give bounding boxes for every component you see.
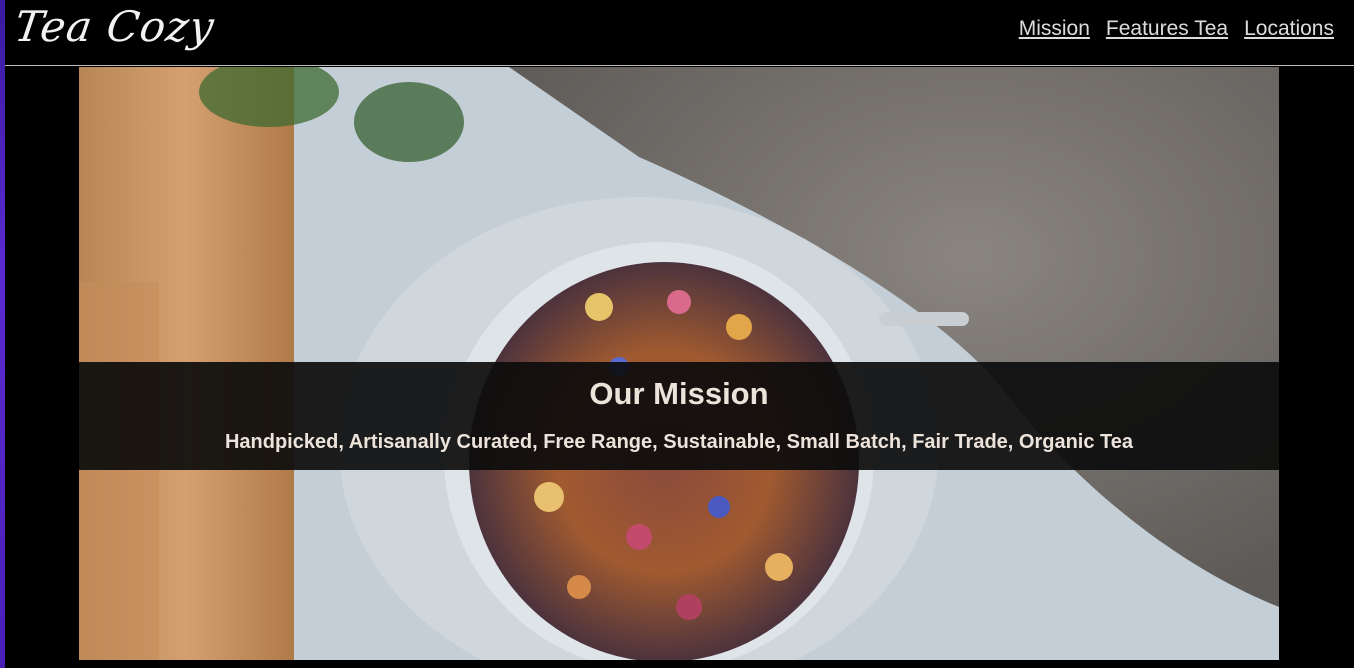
site-header: Tea Cozy Mission Features Tea Locations: [5, 0, 1354, 66]
nav-link-locations[interactable]: Locations: [1244, 17, 1334, 41]
mission-title: Our Mission: [589, 376, 769, 411]
hero-section: Our Mission Handpicked, Artisanally Cura…: [79, 67, 1279, 660]
left-edge-accent: [0, 0, 5, 668]
mission-tagline: Handpicked, Artisanally Curated, Free Ra…: [224, 431, 1134, 453]
main-nav: Mission Features Tea Locations: [1019, 17, 1334, 41]
bottom-edge: [5, 660, 1354, 668]
mission-banner: Our Mission Handpicked, Artisanally Cura…: [79, 362, 1279, 470]
site-logo[interactable]: Tea Cozy: [12, 2, 218, 51]
nav-link-features-tea[interactable]: Features Tea: [1106, 17, 1228, 41]
nav-link-mission[interactable]: Mission: [1019, 17, 1090, 41]
